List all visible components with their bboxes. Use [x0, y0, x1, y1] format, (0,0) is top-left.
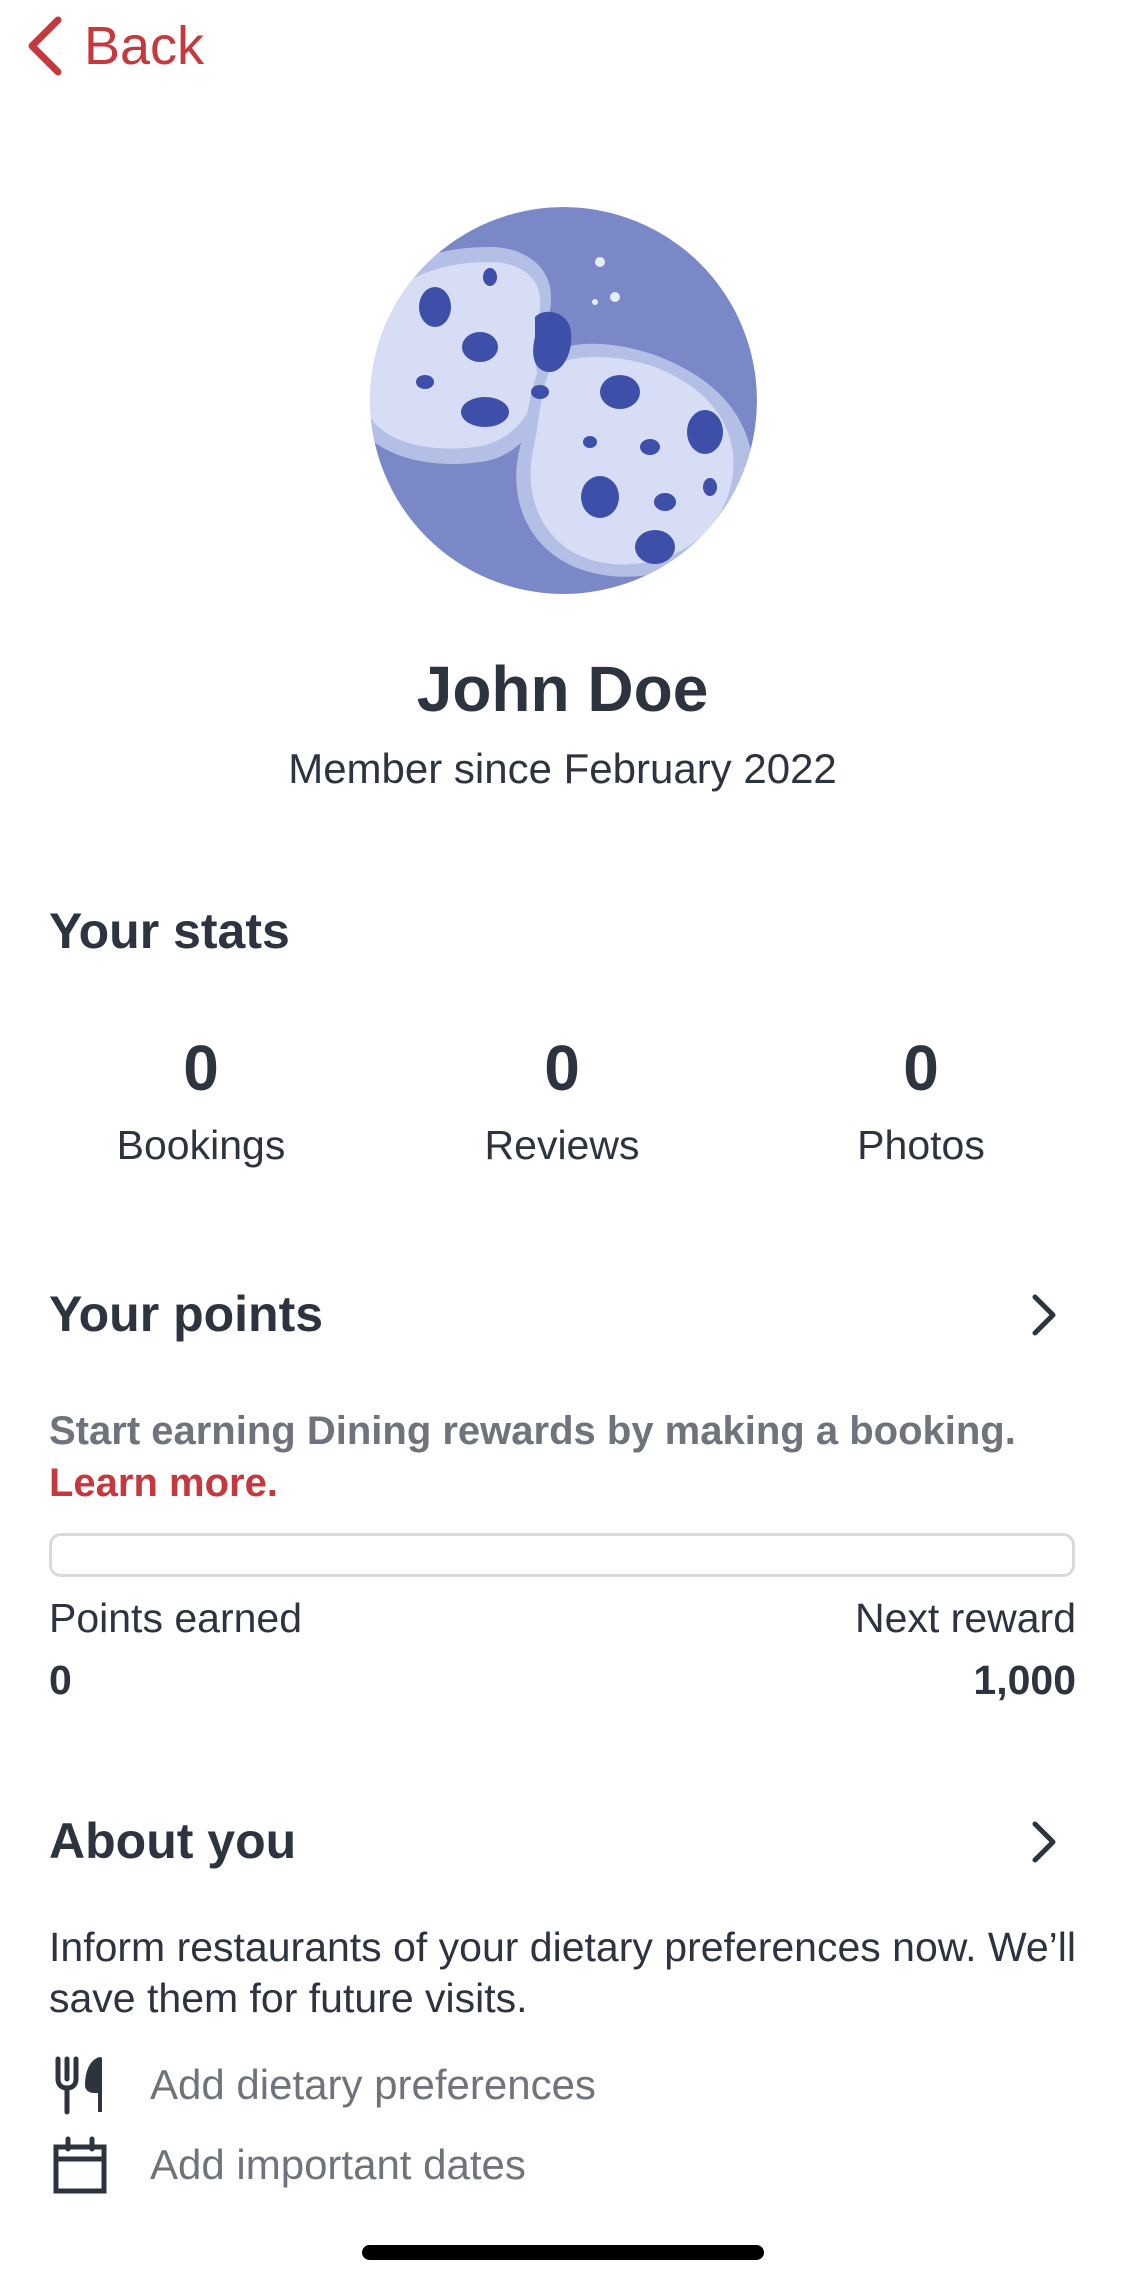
action-label: Add important dates	[150, 2141, 526, 2188]
about-chevron-right-icon[interactable]	[1029, 1820, 1059, 1864]
stat-label: Bookings	[116, 1122, 286, 1168]
next-reward-value: 1,000	[973, 1657, 1076, 1703]
points-promo: Start earning Dining rewards by making a…	[49, 1405, 1089, 1509]
stat-photos[interactable]: 0 Photos	[741, 1028, 1101, 1169]
back-label: Back	[84, 16, 205, 76]
calendar-icon	[53, 2136, 107, 2194]
points-earned-label: Points earned	[49, 1595, 303, 1641]
about-description: Inform restaurants of your dietary prefe…	[49, 1924, 1076, 2021]
stat-label: Photos	[857, 1122, 985, 1168]
points-earned-value: 0	[49, 1657, 72, 1703]
member-since: Member since February 2022	[288, 745, 837, 792]
stats-title: Your stats	[49, 903, 290, 959]
add-important-dates-button[interactable]: Add important dates	[52, 2135, 526, 2195]
chevron-left-icon	[28, 16, 62, 76]
points-progress-bar	[49, 1533, 1075, 1577]
profile-name: John Doe	[416, 653, 709, 725]
stat-value: 0	[903, 1032, 939, 1104]
points-promo-text: Start earning Dining rewards by making a…	[49, 1409, 1016, 1453]
back-button[interactable]: Back	[24, 14, 204, 78]
fork-knife-icon	[55, 2056, 102, 2115]
next-reward-label: Next reward	[854, 1595, 1076, 1641]
action-label: Add dietary preferences	[150, 2061, 596, 2108]
points-title: Your points	[49, 1286, 324, 1342]
avatar[interactable]	[370, 207, 757, 594]
learn-more-link[interactable]: Learn more.	[49, 1461, 278, 1505]
stat-bookings[interactable]: 0 Bookings	[21, 1028, 381, 1169]
points-chevron-right-icon[interactable]	[1029, 1293, 1059, 1337]
stat-value: 0	[544, 1032, 580, 1104]
stat-value: 0	[183, 1032, 219, 1104]
stat-reviews[interactable]: 0 Reviews	[382, 1028, 742, 1169]
home-indicator[interactable]	[362, 2245, 764, 2260]
add-dietary-preferences-button[interactable]: Add dietary preferences	[52, 2055, 596, 2115]
stat-label: Reviews	[484, 1122, 640, 1168]
about-title: About you	[49, 1813, 297, 1869]
